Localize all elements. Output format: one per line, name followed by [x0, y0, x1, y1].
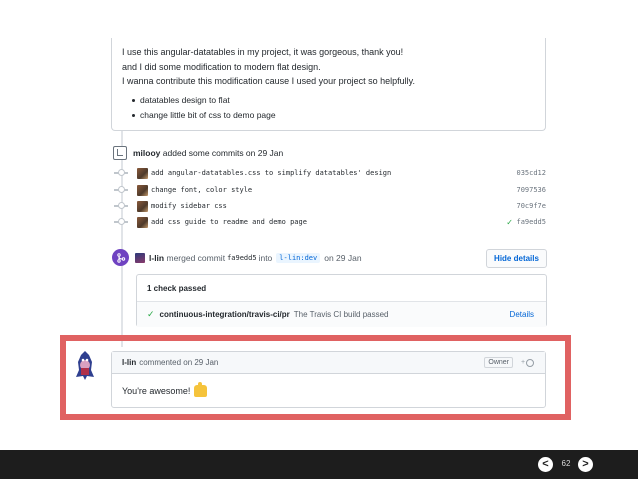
add-reaction-button[interactable]: +	[521, 358, 535, 368]
merge-sha[interactable]: fa9edd5	[227, 254, 257, 262]
plus-icon: +	[521, 359, 526, 366]
details-link[interactable]: Details	[510, 310, 534, 319]
comment-line: I use this angular-datatables in my proj…	[122, 47, 404, 57]
comment-line: I wanna contribute this modification cau…	[122, 76, 415, 86]
merge-author[interactable]: l-lin	[149, 253, 164, 263]
next-slide-button[interactable]: >	[578, 457, 593, 472]
commit-sha[interactable]: fa9edd5	[516, 218, 546, 226]
commit-row[interactable]: add css guide to readme and demo page ✓ …	[114, 213, 546, 231]
checks-title: 1 check passed	[137, 275, 546, 302]
previous-slide-button[interactable]: <	[538, 457, 553, 472]
comment-text: You're awesome!	[122, 386, 191, 396]
commit-author[interactable]: milooy	[133, 148, 160, 158]
merge-event: l-lin merged commit fa9edd5 into l-lin:d…	[135, 250, 362, 266]
page-number: 62	[561, 459, 571, 468]
commit-icon	[114, 185, 128, 195]
list-item: change little bit of css to demo page	[132, 109, 276, 124]
commit-icon	[114, 201, 128, 211]
owner-badge: Owner	[484, 357, 513, 368]
thumbs-up-icon	[194, 382, 208, 397]
comment-header: l-lin commented on 29 Jan Owner +	[112, 352, 545, 374]
commit-message[interactable]: modify sidebar css	[151, 202, 486, 210]
check-description: The Travis CI build passed	[293, 310, 389, 319]
hide-details-button[interactable]: Hide details	[486, 249, 547, 268]
list-item: datatables design to flat	[132, 94, 276, 109]
chevron-left-icon: <	[542, 458, 549, 470]
merge-text: merged commit	[166, 253, 226, 263]
avatar[interactable]	[137, 216, 148, 228]
commit-icon	[114, 217, 128, 227]
comment-line: and I did some modification to modern fl…	[122, 62, 321, 72]
commit-sha[interactable]: 7097536	[486, 186, 546, 194]
commit-message[interactable]: add angular-datatables.css to simplify d…	[151, 169, 486, 177]
commits-event-text: added some commits on 29 Jan	[162, 148, 284, 158]
commit-row[interactable]: add angular-datatables.css to simplify d…	[114, 164, 546, 182]
smiley-icon	[526, 358, 535, 367]
comment-box: l-lin commented on 29 Jan Owner + You're…	[111, 351, 546, 408]
merge-icon	[112, 249, 129, 266]
comment-bullet-list: datatables design to flat change little …	[132, 94, 276, 124]
comment-body: You're awesome!	[112, 374, 545, 408]
check-icon[interactable]: ✓	[506, 218, 513, 227]
commit-sha[interactable]: 70c9f7e	[486, 202, 546, 210]
avatar[interactable]	[137, 184, 148, 196]
check-row: ✓ continuous-integration/travis-ci/pr Th…	[137, 302, 546, 327]
commit-sha[interactable]: 035cd12	[486, 169, 546, 177]
status-checks-box: 1 check passed ✓ continuous-integration/…	[136, 274, 547, 327]
commit-message[interactable]: change font, color style	[151, 186, 486, 194]
commits-event-header: milooy added some commits on 29 Jan	[113, 144, 283, 162]
check-icon: ✓	[147, 309, 155, 319]
avatar[interactable]	[137, 167, 148, 179]
avatar[interactable]	[72, 350, 98, 381]
avatar[interactable]	[137, 200, 148, 212]
merge-into-text: into	[258, 253, 273, 263]
pr-description-comment: I use this angular-datatables in my proj…	[111, 38, 546, 131]
merge-date: on 29 Jan	[324, 253, 362, 263]
comment-meta[interactable]: commented on 29 Jan	[139, 358, 484, 367]
commit-message[interactable]: add css guide to readme and demo page	[151, 218, 506, 226]
check-name: continuous-integration/travis-ci/pr	[159, 310, 290, 319]
avatar[interactable]	[135, 253, 145, 263]
chevron-right-icon: >	[582, 458, 589, 470]
comment-author[interactable]: l-lin	[122, 358, 136, 367]
repo-push-icon	[113, 146, 127, 160]
commit-icon	[114, 168, 128, 178]
branch-label[interactable]: l-lin:dev	[276, 253, 321, 263]
